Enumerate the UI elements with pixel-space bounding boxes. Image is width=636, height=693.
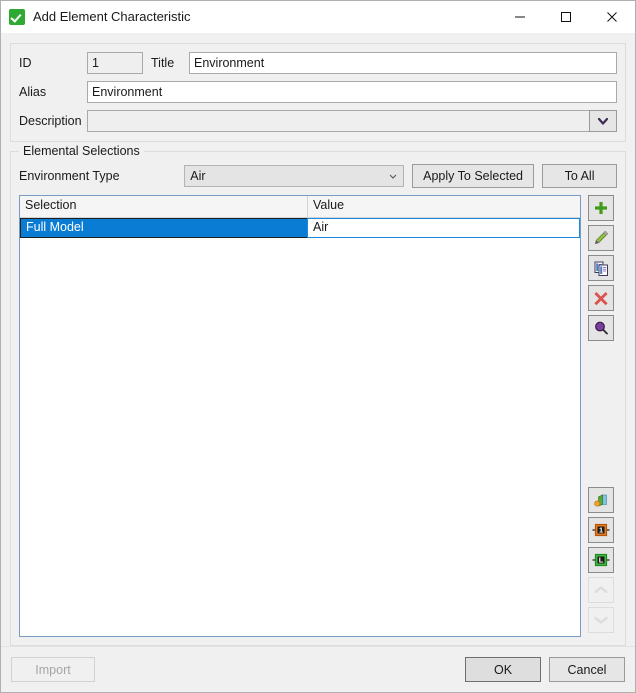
dialog-window: Add Element Characteristic ID Title Alia bbox=[0, 0, 636, 693]
table-row[interactable]: Full Model Air bbox=[20, 218, 580, 238]
svg-text:L: L bbox=[599, 556, 604, 565]
shapes-button[interactable] bbox=[588, 487, 614, 513]
layer-icon: L bbox=[592, 552, 610, 568]
environment-type-row: Environment Type Air Apply To Selected T… bbox=[19, 164, 617, 188]
ok-button[interactable]: OK bbox=[465, 657, 541, 682]
find-magnifier-icon bbox=[593, 320, 609, 336]
identity-panel: ID Title Alias Description bbox=[10, 43, 626, 142]
title-bar: Add Element Characteristic bbox=[1, 1, 635, 33]
element-number-icon: 1 bbox=[592, 522, 610, 538]
elemental-selections-group: Elemental Selections Environment Type Ai… bbox=[10, 151, 626, 646]
environment-type-label: Environment Type bbox=[19, 169, 184, 183]
move-down-button[interactable] bbox=[588, 607, 614, 633]
cell-selection[interactable]: Full Model bbox=[20, 218, 308, 238]
window-title: Add Element Characteristic bbox=[33, 9, 497, 24]
table-header: Selection Value bbox=[20, 196, 580, 218]
move-down-icon bbox=[593, 614, 609, 626]
add-icon bbox=[593, 200, 609, 216]
to-all-button[interactable]: To All bbox=[542, 164, 617, 188]
description-input[interactable] bbox=[87, 110, 590, 132]
delete-icon bbox=[593, 290, 609, 306]
copy-button[interactable] bbox=[588, 255, 614, 281]
apply-to-selected-button[interactable]: Apply To Selected bbox=[412, 164, 534, 188]
title-label: Title bbox=[143, 56, 189, 70]
table-body: Full Model Air bbox=[20, 218, 580, 636]
alias-label: Alias bbox=[19, 85, 87, 99]
column-header-selection[interactable]: Selection bbox=[20, 196, 308, 217]
import-button[interactable]: Import bbox=[11, 657, 95, 682]
add-button[interactable] bbox=[588, 195, 614, 221]
window-controls bbox=[497, 1, 635, 32]
title-input[interactable] bbox=[189, 52, 617, 74]
cell-value[interactable]: Air bbox=[307, 218, 580, 238]
chevron-down-icon bbox=[388, 171, 398, 181]
selections-table-area: Selection Value Full Model Air bbox=[19, 195, 617, 637]
environment-type-value: Air bbox=[190, 169, 388, 183]
selections-table[interactable]: Selection Value Full Model Air bbox=[19, 195, 581, 637]
environment-type-select[interactable]: Air bbox=[184, 165, 404, 187]
description-label: Description bbox=[19, 114, 87, 128]
alias-row: Alias bbox=[19, 81, 617, 103]
description-row: Description bbox=[19, 110, 617, 132]
delete-button[interactable] bbox=[588, 285, 614, 311]
close-button[interactable] bbox=[589, 1, 635, 32]
green-check-icon bbox=[9, 9, 25, 25]
layer-button[interactable]: L bbox=[588, 547, 614, 573]
copy-icon bbox=[593, 260, 610, 277]
edit-button[interactable] bbox=[588, 225, 614, 251]
group-legend: Elemental Selections bbox=[19, 144, 144, 158]
edit-pencil-icon bbox=[592, 229, 610, 247]
id-title-row: ID Title bbox=[19, 52, 617, 74]
cancel-button[interactable]: Cancel bbox=[549, 657, 625, 682]
find-button[interactable] bbox=[588, 315, 614, 341]
maximize-button[interactable] bbox=[543, 1, 589, 32]
svg-text:1: 1 bbox=[599, 526, 603, 535]
column-header-value[interactable]: Value bbox=[308, 196, 580, 217]
move-up-icon bbox=[593, 584, 609, 596]
move-up-button[interactable] bbox=[588, 577, 614, 603]
id-label: ID bbox=[19, 56, 87, 70]
shapes-icon bbox=[593, 492, 610, 509]
id-input[interactable] bbox=[87, 52, 143, 74]
element-button[interactable]: 1 bbox=[588, 517, 614, 543]
description-dropdown-button[interactable] bbox=[589, 110, 617, 132]
dialog-footer: Import OK Cancel bbox=[1, 646, 635, 692]
table-toolbar: 1 L bbox=[581, 195, 617, 637]
minimize-button[interactable] bbox=[497, 1, 543, 32]
alias-input[interactable] bbox=[87, 81, 617, 103]
dialog-content: ID Title Alias Description Elemental Sel… bbox=[1, 33, 635, 692]
